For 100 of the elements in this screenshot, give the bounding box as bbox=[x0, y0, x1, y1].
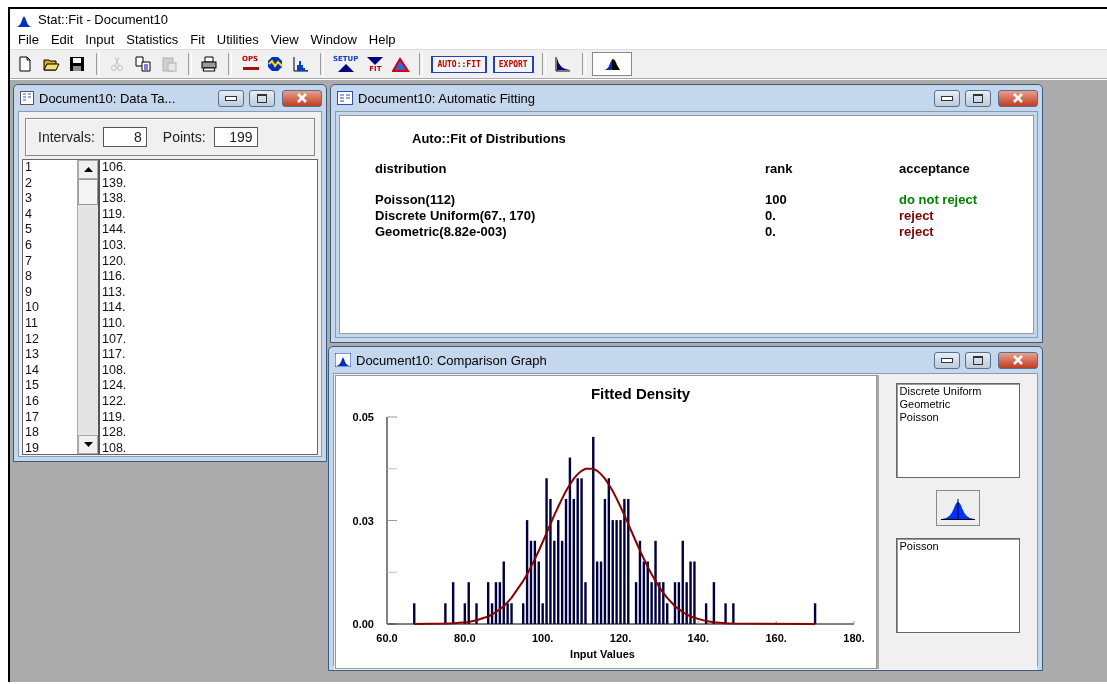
field-label: Intervals: bbox=[38, 129, 95, 145]
maximize-button[interactable] bbox=[965, 89, 991, 107]
axis-title: Input Values bbox=[570, 648, 635, 660]
acceptance-value: reject bbox=[899, 208, 935, 224]
down-arrow-icon[interactable] bbox=[83, 442, 93, 447]
list-item[interactable]: Poisson bbox=[899, 411, 1016, 424]
close-button[interactable] bbox=[998, 351, 1038, 369]
column-header: acceptance bbox=[899, 161, 971, 177]
row-number: 7 bbox=[25, 253, 33, 270]
tick-label: 100. bbox=[531, 632, 554, 644]
bar bbox=[724, 603, 727, 624]
table-cell: 116. bbox=[102, 269, 127, 285]
toolbar-button[interactable]: AUTO::FIT bbox=[431, 55, 487, 73]
row-number: 18 bbox=[25, 425, 40, 441]
acceptance-value: do not reject bbox=[899, 192, 978, 208]
maximize-button[interactable] bbox=[249, 89, 275, 107]
tick-label: 140. bbox=[687, 632, 710, 644]
menu-item[interactable]: Edit bbox=[44, 32, 80, 47]
row-number: 12 bbox=[25, 331, 40, 348]
window-title: Document10: Data Ta... bbox=[39, 90, 177, 106]
menu-item[interactable]: Input bbox=[79, 32, 121, 47]
window-title: Document10: Comparison Graph bbox=[356, 352, 548, 368]
table-cell: 119. bbox=[102, 409, 127, 426]
input-field[interactable]: 8 bbox=[102, 127, 147, 147]
tick-label: 120. bbox=[609, 632, 632, 644]
column-header: distribution bbox=[375, 161, 448, 177]
close-icon bbox=[1012, 355, 1024, 365]
minimize-button[interactable] bbox=[934, 89, 960, 107]
bar bbox=[813, 603, 817, 624]
tick-label: 80.0 bbox=[454, 632, 476, 644]
toolbar-button[interactable]: EXPORT bbox=[492, 55, 534, 73]
tick-label: 160. bbox=[765, 632, 787, 644]
bar bbox=[451, 582, 455, 624]
triangle-icon bbox=[336, 62, 355, 73]
close-button[interactable] bbox=[998, 89, 1038, 107]
bar bbox=[704, 603, 708, 624]
menu-item[interactable]: View bbox=[264, 32, 305, 47]
close-icon bbox=[296, 93, 308, 103]
rank-value: 0. bbox=[765, 224, 777, 240]
row-number: 15 bbox=[25, 378, 40, 394]
tick-label: 180. bbox=[843, 632, 865, 644]
minimize-button[interactable] bbox=[934, 351, 960, 369]
row-number: 17 bbox=[25, 409, 40, 426]
tick-label: 0.03 bbox=[352, 514, 374, 527]
minimize-button[interactable] bbox=[218, 89, 244, 107]
list-item[interactable]: Poisson bbox=[899, 540, 1016, 553]
row-number: 3 bbox=[25, 191, 33, 207]
menu-item[interactable]: Utilities bbox=[210, 32, 265, 47]
table-cell: 120. bbox=[102, 253, 127, 270]
menu-item[interactable]: Help bbox=[362, 32, 402, 47]
table-cell: 119. bbox=[102, 206, 127, 223]
table-cell: 124. bbox=[102, 378, 127, 394]
menu-item[interactable]: Statistics bbox=[120, 32, 185, 47]
row-number: 10 bbox=[25, 300, 40, 316]
list-item[interactable]: Discrete Uniform bbox=[899, 385, 1016, 398]
list-item[interactable]: Geometric bbox=[899, 398, 1016, 411]
menu-item[interactable]: File bbox=[12, 32, 45, 47]
maximize-button[interactable] bbox=[965, 351, 991, 369]
mountain-icon[interactable] bbox=[591, 52, 632, 76]
bell-curve-button[interactable] bbox=[935, 490, 980, 526]
table-cell: 114. bbox=[102, 300, 127, 316]
distribution-name: Discrete Uniform(67., 170) bbox=[375, 208, 537, 224]
menu-item[interactable]: Window bbox=[304, 32, 363, 47]
list-box[interactable]: Poisson bbox=[895, 538, 1020, 633]
inverted-triangle-icon bbox=[366, 55, 385, 66]
distribution-name: Poisson(112) bbox=[375, 192, 457, 208]
row-number: 9 bbox=[25, 284, 33, 301]
scrollbar[interactable] bbox=[77, 160, 100, 454]
bar bbox=[712, 582, 716, 624]
tick-label: 0.05 bbox=[352, 411, 374, 423]
tick-label: 60.0 bbox=[376, 632, 398, 644]
table-cell: 122. bbox=[102, 393, 127, 410]
tick-label: 0.00 bbox=[352, 618, 374, 630]
menu-item[interactable]: Fit bbox=[184, 32, 211, 47]
list-box[interactable]: Discrete Uniform Geometric Poisson bbox=[895, 383, 1020, 478]
table-cell: 108. bbox=[102, 362, 127, 379]
row-number: 13 bbox=[25, 347, 40, 363]
table-cell: 117. bbox=[102, 347, 127, 363]
rank-value: 100 bbox=[765, 192, 788, 208]
bar bbox=[444, 603, 447, 624]
window-title: Document10: Automatic Fitting bbox=[358, 90, 537, 106]
scroll-thumb[interactable] bbox=[78, 179, 98, 205]
bar bbox=[475, 603, 478, 624]
row-number: 19 bbox=[25, 440, 40, 457]
column-header: rank bbox=[765, 161, 794, 177]
row-number: 16 bbox=[25, 393, 40, 410]
table-cell: 107. bbox=[102, 331, 127, 348]
table-icon bbox=[20, 91, 34, 105]
rank-value: 0. bbox=[765, 208, 777, 224]
acceptance-value: reject bbox=[899, 224, 935, 240]
close-button[interactable] bbox=[282, 89, 322, 107]
up-arrow-icon[interactable] bbox=[83, 167, 93, 172]
input-field[interactable]: 199 bbox=[213, 127, 258, 147]
table-cell: 139. bbox=[102, 175, 127, 192]
table-cell: 106. bbox=[102, 160, 127, 176]
table-icon bbox=[337, 91, 353, 105]
table-cell: 113. bbox=[102, 284, 127, 301]
report-heading: Auto::Fit of Distributions bbox=[411, 130, 567, 147]
chart-title: Fitted Density bbox=[590, 385, 691, 402]
field-label: Points: bbox=[162, 129, 206, 145]
